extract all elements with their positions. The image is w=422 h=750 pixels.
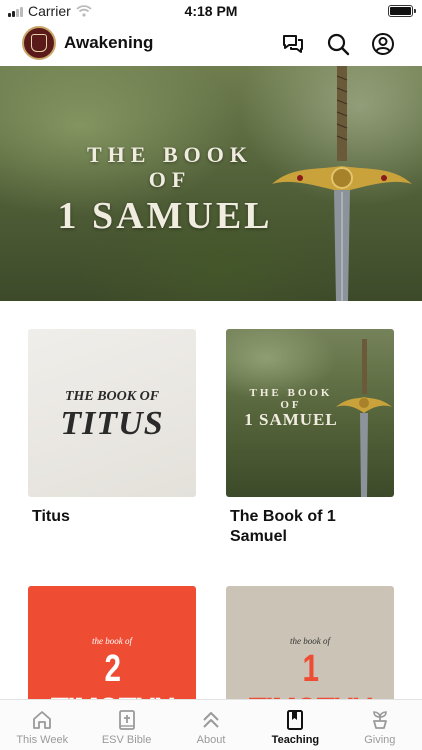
tab-label: Teaching bbox=[271, 734, 320, 746]
series-artwork[interactable]: the book of 2 TIMOTHY bbox=[28, 586, 196, 699]
art-title: 2 TIMOTHY bbox=[51, 648, 175, 699]
battery-icon bbox=[388, 5, 416, 17]
series-artwork[interactable]: THE BOOK OF TITUS bbox=[28, 329, 196, 497]
series-card-1-samuel[interactable]: THE BOOK OF 1 SAMUEL The Book of 1 Samue… bbox=[226, 329, 394, 547]
series-artwork[interactable]: the book of 1 TIMOTHY bbox=[226, 586, 394, 699]
tab-bar: This Week ESV Bible About Teaching Givin… bbox=[0, 699, 422, 750]
tab-this-week[interactable]: This Week bbox=[0, 700, 84, 750]
plant-icon bbox=[372, 711, 387, 729]
series-title[interactable]: The Book of 1 Samuel bbox=[226, 507, 386, 547]
app-header: Awakening bbox=[0, 24, 422, 64]
art-subtitle: the book of bbox=[290, 636, 330, 646]
account-icon[interactable] bbox=[370, 31, 396, 57]
status-time: 4:18 PM bbox=[184, 3, 238, 19]
hero-banner[interactable]: THE BOOK OF 1 SAMUEL bbox=[0, 66, 422, 301]
sword-illustration bbox=[272, 66, 412, 301]
tab-giving[interactable]: Giving bbox=[338, 700, 422, 750]
chevrons-up-icon bbox=[203, 712, 219, 728]
series-card-1-timothy[interactable]: the book of 1 TIMOTHY bbox=[226, 586, 394, 699]
search-icon[interactable] bbox=[325, 31, 351, 57]
bookmark-book-icon bbox=[287, 710, 304, 730]
series-card-2-timothy[interactable]: the book of 2 TIMOTHY bbox=[28, 586, 196, 699]
series-grid: THE BOOK OF TITUS Titus THE BOOK OF 1 SA… bbox=[0, 301, 422, 699]
status-bar: Carrier 4:18 PM bbox=[0, 0, 422, 22]
art-title: 1 TIMOTHY bbox=[249, 648, 373, 699]
tab-about[interactable]: About bbox=[169, 700, 253, 750]
sword-illustration bbox=[336, 339, 392, 497]
bible-icon bbox=[118, 710, 135, 730]
tab-label: This Week bbox=[16, 734, 69, 746]
chat-icon[interactable] bbox=[280, 31, 306, 57]
home-icon bbox=[33, 711, 52, 729]
tab-label: About bbox=[196, 734, 226, 746]
screen: Carrier 4:18 PM Awakening THE BOOK OF 1 … bbox=[0, 0, 422, 750]
church-logo[interactable] bbox=[22, 26, 56, 60]
tab-teaching[interactable]: Teaching bbox=[253, 700, 337, 750]
app-title: Awakening bbox=[64, 33, 154, 52]
series-title[interactable]: Titus bbox=[28, 507, 188, 527]
tab-esv-bible[interactable]: ESV Bible bbox=[84, 700, 168, 750]
series-card-titus[interactable]: THE BOOK OF TITUS Titus bbox=[28, 329, 196, 527]
art-title: TITUS bbox=[60, 405, 164, 442]
art-subtitle: the book of bbox=[92, 636, 132, 646]
tab-label: Giving bbox=[364, 734, 396, 746]
series-artwork[interactable]: THE BOOK OF 1 SAMUEL bbox=[226, 329, 394, 497]
art-subtitle: THE BOOK OF bbox=[64, 389, 160, 404]
tab-label: ESV Bible bbox=[101, 734, 152, 746]
